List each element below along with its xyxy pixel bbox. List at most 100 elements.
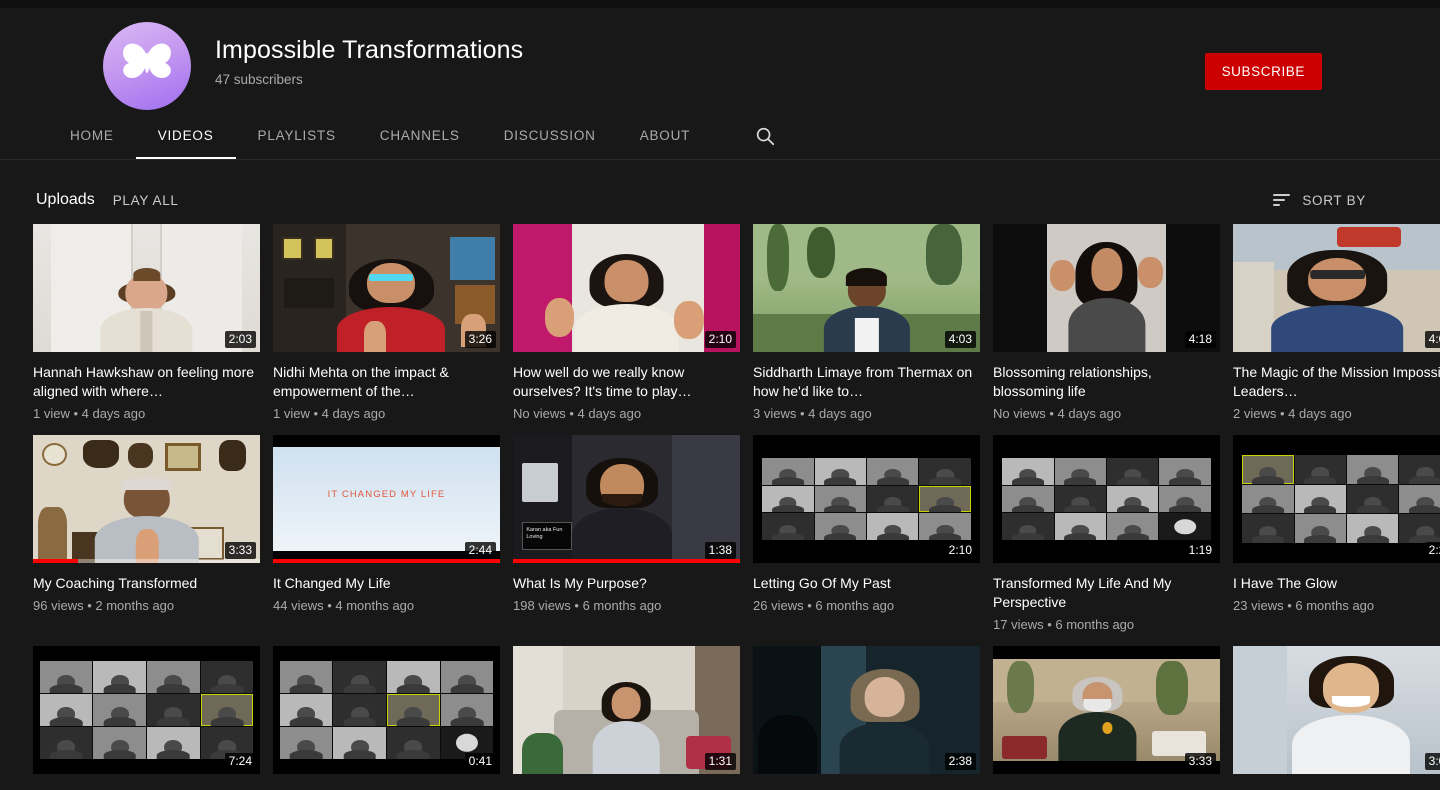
subscriber-count: 47 subscribers: [215, 72, 303, 87]
thumbnail-overlay-text: IT CHANGED MY LIFE: [327, 488, 446, 500]
video-title[interactable]: Nidhi Mehta on the impact & empowerment …: [273, 363, 500, 401]
video-thumbnail[interactable]: 4:02: [1233, 224, 1440, 352]
youtube-channel-page: Impossible Transformations 47 subscriber…: [0, 0, 1440, 790]
sort-by-button[interactable]: SORT BY: [1273, 193, 1392, 208]
video-card[interactable]: 3:06: [1233, 646, 1440, 789]
video-duration: 2:03: [224, 331, 256, 348]
video-title[interactable]: How well do we really know ourselves? It…: [513, 363, 740, 401]
video-thumbnail[interactable]: 7:24: [33, 646, 260, 774]
video-thumbnail[interactable]: Karan aka Fun Loving 1:38: [513, 435, 740, 563]
play-all-button[interactable]: PLAY ALL: [113, 193, 179, 208]
video-card[interactable]: IT CHANGED MY LIFE 2:44 It Changed My Li…: [273, 435, 500, 634]
video-thumbnail[interactable]: 4:18: [993, 224, 1220, 352]
video-card[interactable]: 4:02 The Magic of the Mission Impossible…: [1233, 224, 1440, 423]
video-duration: 4:03: [944, 331, 976, 348]
video-duration: 3:33: [224, 542, 256, 559]
video-meta: 198 views • 6 months ago: [513, 598, 662, 613]
video-thumbnail[interactable]: 2:38: [753, 646, 980, 774]
video-meta: 26 views • 6 months ago: [753, 598, 895, 613]
video-thumbnail[interactable]: 2:03: [33, 224, 260, 352]
video-meta: 2 views • 4 days ago: [1233, 406, 1352, 421]
video-duration: 1:19: [1184, 542, 1216, 559]
video-card[interactable]: 3:33: [993, 646, 1220, 789]
video-title[interactable]: Hannah Hawkshaw on feeling more aligned …: [33, 363, 260, 401]
video-card[interactable]: 0:41: [273, 646, 500, 789]
video-meta: 44 views • 4 months ago: [273, 598, 415, 613]
video-duration: 1:38: [704, 542, 736, 559]
video-card[interactable]: 3:33 My Coaching Transformed 96 views • …: [33, 435, 260, 634]
video-card[interactable]: Karan aka Fun Loving 1:38 What Is My Pur…: [513, 435, 740, 634]
video-card[interactable]: 4:03 Siddharth Limaye from Thermax on ho…: [753, 224, 980, 423]
video-meta: 17 views • 6 months ago: [993, 617, 1135, 632]
channel-avatar[interactable]: [103, 22, 191, 110]
video-duration: 2:10: [944, 542, 976, 559]
video-thumbnail[interactable]: 3:26: [273, 224, 500, 352]
video-title[interactable]: The Magic of the Mission Impossible Lead…: [1233, 363, 1440, 401]
video-card[interactable]: 4:18 Blossoming relationships, blossomin…: [993, 224, 1220, 423]
video-card[interactable]: 2:10 How well do we really know ourselve…: [513, 224, 740, 423]
channel-header: Impossible Transformations 47 subscriber…: [0, 8, 1440, 160]
uploads-bar: Uploads PLAY ALL SORT BY: [0, 160, 1440, 216]
video-thumbnail[interactable]: 3:33: [33, 435, 260, 563]
video-title[interactable]: Transformed My Life And My Perspective: [993, 574, 1220, 612]
video-title[interactable]: I Have The Glow: [1233, 574, 1440, 593]
video-duration: 1:31: [704, 753, 736, 770]
video-duration: 4:02: [1424, 331, 1440, 348]
video-title[interactable]: What Is My Purpose?: [513, 574, 740, 593]
video-title[interactable]: My Coaching Transformed: [33, 574, 260, 593]
butterfly-icon: [123, 43, 171, 78]
sort-lines-icon: [1273, 194, 1291, 206]
video-thumbnail[interactable]: 3:33: [993, 646, 1220, 774]
tab-playlists[interactable]: PLAYLISTS: [236, 112, 358, 159]
video-meta: No views • 4 days ago: [513, 406, 642, 421]
search-icon[interactable]: [736, 112, 794, 159]
channel-title: Impossible Transformations: [215, 36, 524, 64]
tab-discussion[interactable]: DISCUSSION: [482, 112, 618, 159]
video-title[interactable]: Letting Go Of My Past: [753, 574, 980, 593]
video-thumbnail[interactable]: 1:19: [993, 435, 1220, 563]
video-meta: No views • 4 days ago: [993, 406, 1122, 421]
video-card[interactable]: 2:27 I Have The Glow 23 views • 6 months…: [1233, 435, 1440, 634]
watch-progress-bar: [513, 559, 740, 563]
video-grid: 2:03 Hannah Hawkshaw on feeling more ali…: [0, 224, 1440, 790]
thumbnail-overlay-text: Karan aka Fun Loving: [526, 526, 563, 540]
video-duration: 3:26: [464, 331, 496, 348]
video-thumbnail[interactable]: 2:10: [753, 435, 980, 563]
video-duration: 7:24: [224, 753, 256, 770]
section-title: Uploads: [36, 191, 95, 208]
tab-home[interactable]: HOME: [48, 112, 136, 159]
sort-by-label: SORT BY: [1302, 192, 1366, 208]
video-card[interactable]: 2:03 Hannah Hawkshaw on feeling more ali…: [33, 224, 260, 423]
video-thumbnail[interactable]: 2:27: [1233, 435, 1440, 563]
tab-channels[interactable]: CHANNELS: [358, 112, 482, 159]
video-card[interactable]: 1:19 Transformed My Life And My Perspect…: [993, 435, 1220, 634]
video-card[interactable]: 1:31: [513, 646, 740, 789]
video-thumbnail[interactable]: 2:10: [513, 224, 740, 352]
video-title[interactable]: Blossoming relationships, blossoming lif…: [993, 363, 1220, 401]
video-title[interactable]: Siddharth Limaye from Thermax on how he'…: [753, 363, 980, 401]
video-card[interactable]: 2:38: [753, 646, 980, 789]
subscribe-button[interactable]: SUBSCRIBE: [1204, 53, 1322, 90]
video-thumbnail[interactable]: IT CHANGED MY LIFE 2:44: [273, 435, 500, 563]
channel-tabs: HOME VIDEOS PLAYLISTS CHANNELS DISCUSSIO…: [0, 112, 1440, 160]
video-title[interactable]: It Changed My Life: [273, 574, 500, 593]
video-duration: 2:10: [704, 331, 736, 348]
video-duration: 2:27: [1424, 542, 1440, 559]
video-duration: 0:41: [464, 753, 496, 770]
video-meta: 1 view • 4 days ago: [273, 406, 386, 421]
video-thumbnail[interactable]: 4:03: [753, 224, 980, 352]
video-thumbnail[interactable]: 3:06: [1233, 646, 1440, 774]
video-card[interactable]: 2:10 Letting Go Of My Past 26 views • 6 …: [753, 435, 980, 634]
video-thumbnail[interactable]: 1:31: [513, 646, 740, 774]
video-meta: 23 views • 6 months ago: [1233, 598, 1375, 613]
video-duration: 4:18: [1184, 331, 1216, 348]
video-duration: 2:38: [944, 753, 976, 770]
video-meta: 1 view • 4 days ago: [33, 406, 146, 421]
video-duration: 3:06: [1424, 753, 1440, 770]
video-meta: 3 views • 4 days ago: [753, 406, 872, 421]
video-card[interactable]: 3:26 Nidhi Mehta on the impact & empower…: [273, 224, 500, 423]
tab-videos[interactable]: VIDEOS: [135, 112, 236, 159]
video-card[interactable]: 7:24: [33, 646, 260, 789]
tab-about[interactable]: ABOUT: [618, 112, 713, 159]
video-thumbnail[interactable]: 0:41: [273, 646, 500, 774]
